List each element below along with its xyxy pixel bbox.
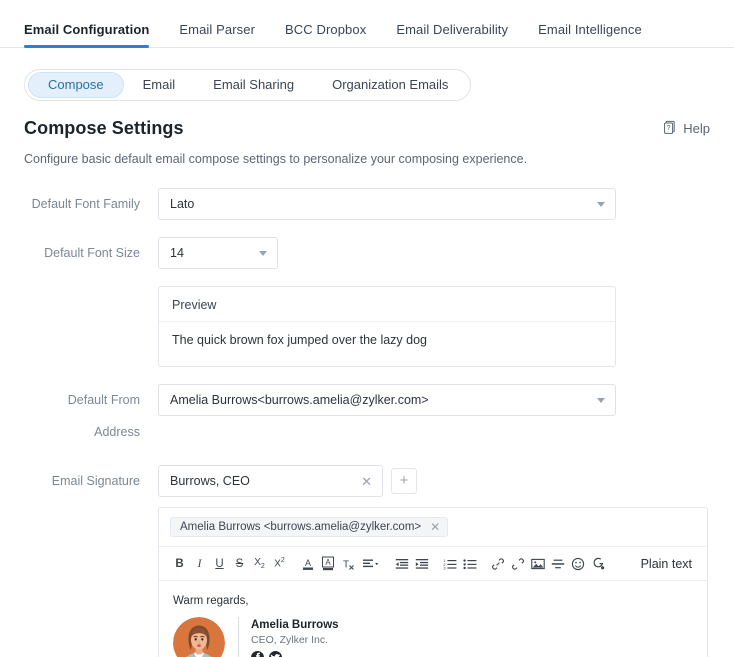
- horizontal-rule-icon[interactable]: [548, 554, 567, 573]
- underline-icon[interactable]: U: [210, 554, 229, 573]
- chevron-down-icon: [597, 398, 605, 403]
- editor-toolbar: B I U S X2 X2 A: [159, 547, 707, 581]
- italic-icon[interactable]: I: [190, 554, 209, 573]
- field-default-font-size: Default Font Size 14: [24, 237, 710, 269]
- sub-tabs-container: Compose Email Email Sharing Organization…: [0, 48, 734, 101]
- selected-value: 14: [170, 246, 184, 260]
- field-label: Default From Address: [24, 384, 158, 448]
- insert-link-icon[interactable]: [488, 554, 507, 573]
- sub-tabs: Compose Email Email Sharing Organization…: [24, 69, 471, 101]
- page-subtitle: Configure basic default email compose se…: [0, 139, 734, 166]
- svg-text:?: ?: [667, 125, 671, 132]
- insert-image-icon[interactable]: [528, 554, 547, 573]
- preview-title: Preview: [159, 287, 615, 322]
- svg-text:A: A: [304, 558, 310, 568]
- field-email-signature: Email Signature Burrows, CEO ✕ + Amelia …: [24, 465, 710, 657]
- nav-tab-email-intelligence[interactable]: Email Intelligence: [538, 22, 642, 47]
- avatar-illustration: [173, 617, 225, 657]
- signature-editor: Amelia Burrows <burrows.amelia@zylker.co…: [158, 507, 708, 657]
- chevron-down-icon: [597, 202, 605, 207]
- sub-tab-label: Organization Emails: [332, 77, 448, 92]
- default-font-family-select[interactable]: Lato: [158, 188, 616, 220]
- help-document-icon: ?: [663, 120, 677, 137]
- subscript-icon[interactable]: X2: [250, 554, 269, 573]
- field-label: Email Signature: [24, 465, 158, 497]
- plain-text-toggle[interactable]: Plain text: [641, 557, 696, 571]
- signature-greeting: Warm regards,: [173, 595, 693, 607]
- sub-tab-label: Email Sharing: [213, 77, 294, 92]
- primary-nav: Email Configuration Email Parser BCC Dro…: [0, 0, 734, 48]
- add-signature-button[interactable]: +: [391, 468, 417, 494]
- help-link[interactable]: ? Help: [663, 120, 710, 137]
- sub-tab-email-sharing[interactable]: Email Sharing: [194, 72, 313, 98]
- signature-recipients-row[interactable]: Amelia Burrows <burrows.amelia@zylker.co…: [159, 508, 707, 547]
- text-color-icon[interactable]: A: [298, 554, 317, 573]
- close-icon[interactable]: ✕: [355, 475, 372, 488]
- signature-social-links: [251, 651, 339, 657]
- signature-person-role: CEO, Zylker Inc.: [251, 634, 339, 646]
- field-default-font-family: Default Font Family Lato: [24, 188, 710, 220]
- sub-tab-compose[interactable]: Compose: [28, 72, 124, 98]
- indent-icon[interactable]: [412, 554, 431, 573]
- emoji-icon[interactable]: [568, 554, 587, 573]
- default-from-address-select[interactable]: Amelia Burrows<burrows.amelia@zylker.com…: [158, 384, 616, 416]
- card-divider: [238, 617, 239, 657]
- nav-tab-label: BCC Dropbox: [285, 22, 366, 37]
- sub-tab-email[interactable]: Email: [124, 72, 195, 98]
- nav-tab-email-parser[interactable]: Email Parser: [179, 22, 255, 47]
- svg-text:3: 3: [443, 565, 446, 570]
- align-dropdown-icon[interactable]: [358, 554, 383, 573]
- nav-tab-label: Email Configuration: [24, 22, 149, 37]
- signature-person-name: Amelia Burrows: [251, 619, 339, 631]
- signature-name-row: Burrows, CEO ✕ +: [158, 465, 710, 497]
- nav-tab-bcc-dropbox[interactable]: BCC Dropbox: [285, 22, 366, 47]
- compose-settings-form: Default Font Family Lato Default Font Si…: [0, 166, 734, 657]
- facebook-icon[interactable]: [251, 651, 264, 657]
- default-font-size-select[interactable]: 14: [158, 237, 278, 269]
- format-painter-icon[interactable]: [588, 554, 607, 573]
- field-preview: Preview The quick brown fox jumped over …: [24, 286, 710, 367]
- bold-icon[interactable]: B: [170, 554, 189, 573]
- chevron-down-icon: [259, 251, 267, 256]
- page-title: Compose Settings: [24, 118, 184, 139]
- nav-tab-label: Email Deliverability: [396, 22, 508, 37]
- field-default-from-address: Default From Address Amelia Burrows<burr…: [24, 384, 710, 448]
- nav-tab-email-configuration[interactable]: Email Configuration: [24, 22, 149, 47]
- svg-text:A: A: [325, 558, 331, 567]
- clear-formatting-icon[interactable]: T: [338, 554, 357, 573]
- nav-tab-label: Email Parser: [179, 22, 255, 37]
- selected-value: Amelia Burrows<burrows.amelia@zylker.com…: [170, 393, 429, 407]
- svg-text:T: T: [342, 559, 348, 570]
- superscript-icon[interactable]: X2: [270, 554, 289, 573]
- highlight-color-icon[interactable]: A: [318, 554, 337, 573]
- outdent-icon[interactable]: [392, 554, 411, 573]
- font-preview-box: Preview The quick brown fox jumped over …: [158, 286, 616, 367]
- nav-tab-email-deliverability[interactable]: Email Deliverability: [396, 22, 508, 47]
- field-label: Default Font Family: [24, 188, 158, 220]
- twitter-icon[interactable]: [269, 651, 282, 657]
- remove-link-icon[interactable]: [508, 554, 527, 573]
- field-label: Default Font Size: [24, 237, 158, 269]
- chip-label: Amelia Burrows <burrows.amelia@zylker.co…: [180, 521, 421, 533]
- page-header: Compose Settings ? Help: [0, 101, 734, 139]
- preview-sample-text: The quick brown fox jumped over the lazy…: [159, 322, 615, 366]
- sub-tab-organization-emails[interactable]: Organization Emails: [313, 72, 467, 98]
- sub-tab-label: Email: [143, 77, 176, 92]
- strikethrough-icon[interactable]: S: [230, 554, 249, 573]
- sub-tab-label: Compose: [48, 77, 104, 92]
- bulleted-list-icon[interactable]: [460, 554, 479, 573]
- signature-card: Amelia Burrows CEO, Zylker Inc.: [173, 617, 693, 657]
- selected-value: Lato: [170, 197, 194, 211]
- numbered-list-icon[interactable]: 1 2 3: [440, 554, 459, 573]
- close-icon[interactable]: ✕: [428, 521, 440, 533]
- nav-tab-label: Email Intelligence: [538, 22, 642, 37]
- signature-name-value: Burrows, CEO: [170, 474, 250, 488]
- from-address-chip[interactable]: Amelia Burrows <burrows.amelia@zylker.co…: [170, 517, 448, 537]
- help-label: Help: [683, 121, 710, 136]
- signature-name-input[interactable]: Burrows, CEO ✕: [158, 465, 383, 497]
- signature-content-area[interactable]: Warm regards,: [159, 581, 707, 657]
